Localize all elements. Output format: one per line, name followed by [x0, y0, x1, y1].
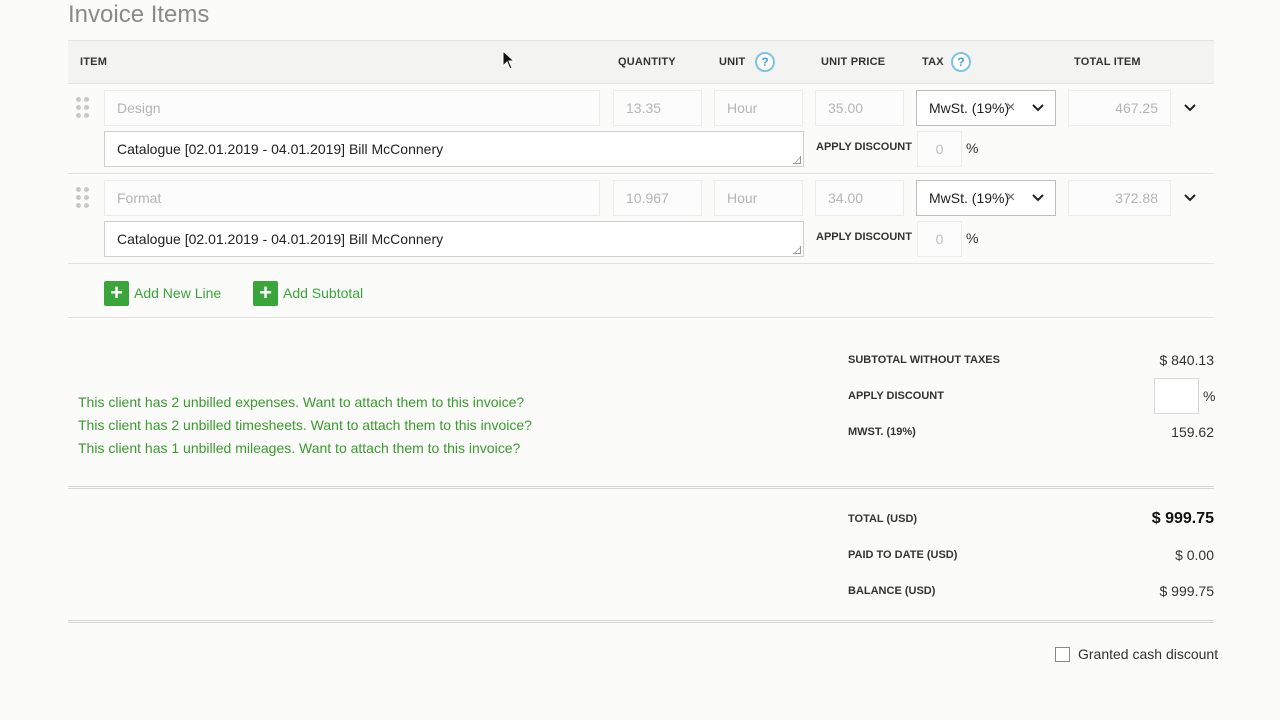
add-new-line-label: Add New Line: [134, 285, 222, 301]
description-text: Catalogue [02.01.2019 - 04.01.2019] Bill…: [117, 231, 444, 247]
percent-sign: %: [1203, 388, 1216, 404]
header-quantity: QUANTITY: [618, 56, 676, 68]
unit-price-input[interactable]: 35.00: [815, 90, 904, 126]
summary-apply-discount-label: APPLY DISCOUNT: [848, 390, 944, 402]
unbilled-timesheets-link[interactable]: This client has 2 unbilled timesheets. W…: [78, 417, 532, 433]
unit-help-icon[interactable]: ?: [755, 52, 775, 72]
tax-select-value: MwSt. (19%): [929, 190, 1010, 206]
paid-to-date-value: $ 0.00: [1175, 547, 1214, 563]
summary-discount-input[interactable]: [1154, 378, 1199, 414]
header-item: ITEM: [80, 56, 108, 68]
apply-discount-label: APPLY DISCOUNT: [816, 231, 912, 243]
unit-input[interactable]: Hour: [714, 90, 803, 126]
add-new-line-button[interactable]: + Add New Line: [104, 280, 221, 306]
section-divider: [68, 317, 1214, 318]
cash-discount-checkbox[interactable]: [1055, 647, 1070, 662]
unit-price-input[interactable]: 34.00: [815, 180, 904, 216]
cash-discount-label[interactable]: Granted cash discount: [1078, 646, 1218, 662]
quantity-input[interactable]: 13.35: [613, 90, 702, 126]
clear-icon[interactable]: ×: [1006, 181, 1015, 215]
balance-value: $ 999.75: [1159, 583, 1215, 599]
header-unit: UNIT: [719, 56, 746, 68]
add-subtotal-label: Add Subtotal: [283, 285, 364, 301]
item-name-input[interactable]: Format: [104, 180, 600, 216]
balance-label: BALANCE (USD): [848, 585, 936, 597]
drag-handle-icon[interactable]: [76, 187, 90, 209]
tax-select[interactable]: MwSt. (19%) ×: [916, 90, 1056, 126]
tax-help-icon[interactable]: ?: [951, 52, 971, 72]
row-divider: [68, 173, 1214, 174]
table-header: ITEM QUANTITY UNIT ? UNIT PRICE TAX ? TO…: [68, 40, 1214, 84]
chevron-down-icon[interactable]: [1031, 192, 1045, 204]
total-label: TOTAL (USD): [848, 513, 918, 525]
apply-discount-label: APPLY DISCOUNT: [816, 141, 912, 153]
total-item-input: 372.88: [1068, 180, 1171, 216]
tax-value: 159.62: [1171, 424, 1214, 440]
totals-divider: [68, 486, 1214, 489]
item-name-input[interactable]: Design: [104, 90, 600, 126]
unbilled-mileages-link[interactable]: This client has 1 unbilled mileages. Wan…: [78, 440, 520, 456]
plus-icon: +: [104, 280, 129, 306]
chevron-down-icon[interactable]: [1031, 102, 1045, 114]
discount-input[interactable]: 0: [917, 131, 962, 167]
percent-sign: %: [966, 140, 979, 156]
item-description-textarea[interactable]: Catalogue [02.01.2019 - 04.01.2019] Bill…: [104, 221, 804, 257]
unit-input[interactable]: Hour: [714, 180, 803, 216]
subtotal-value: $ 840.13: [1159, 352, 1215, 368]
header-unit-price: UNIT PRICE: [821, 56, 886, 68]
total-item-input: 467.25: [1068, 90, 1171, 126]
paid-to-date-label: PAID TO DATE (USD): [848, 549, 958, 561]
mouse-cursor-icon: [502, 50, 516, 70]
row-expand-chevron-icon[interactable]: [1183, 102, 1197, 114]
row-expand-chevron-icon[interactable]: [1183, 192, 1197, 204]
percent-sign: %: [966, 230, 979, 246]
clear-icon[interactable]: ×: [1006, 91, 1015, 125]
header-total-item: TOTAL ITEM: [1074, 56, 1141, 68]
item-description-textarea[interactable]: Catalogue [02.01.2019 - 04.01.2019] Bill…: [104, 131, 804, 167]
description-text: Catalogue [02.01.2019 - 04.01.2019] Bill…: [117, 141, 444, 157]
resize-handle-icon[interactable]: [793, 246, 801, 254]
quantity-input[interactable]: 10.967: [613, 180, 702, 216]
header-tax: TAX: [922, 56, 944, 68]
discount-input[interactable]: 0: [917, 221, 962, 257]
footer-divider: [68, 620, 1214, 623]
tax-label: MWST. (19%): [848, 426, 916, 438]
drag-handle-icon[interactable]: [76, 97, 90, 119]
resize-handle-icon[interactable]: [793, 156, 801, 164]
row-divider: [68, 263, 1214, 264]
add-subtotal-button[interactable]: + Add Subtotal: [253, 280, 363, 306]
unbilled-expenses-link[interactable]: This client has 2 unbilled expenses. Wan…: [78, 394, 524, 410]
tax-select[interactable]: MwSt. (19%) ×: [916, 180, 1056, 216]
plus-icon: +: [253, 280, 278, 306]
subtotal-label: SUBTOTAL WITHOUT TAXES: [848, 354, 1000, 366]
page-title: Invoice Items: [68, 1, 210, 28]
total-value: $ 999.75: [1151, 510, 1214, 527]
tax-select-value: MwSt. (19%): [929, 100, 1010, 116]
